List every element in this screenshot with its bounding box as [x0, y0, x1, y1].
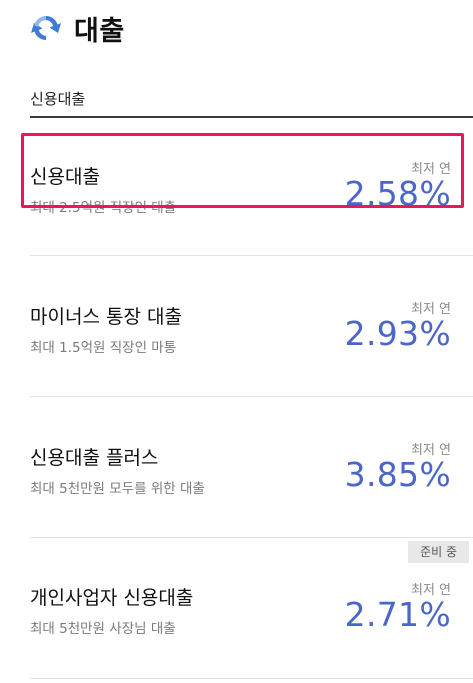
loan-name: 신용대출 플러스: [30, 447, 159, 469]
loan-item-credit-plus[interactable]: 신용대출 플러스 최대 5천만원 모두를 위한 대출 최저 연 3.85%: [30, 397, 473, 538]
loan-rate: 3.85%: [344, 455, 451, 494]
loan-description: 최대 5천만원 모두를 위한 대출: [30, 481, 205, 497]
page-header: 대출: [30, 8, 125, 48]
tab-bar: 신용대출: [30, 86, 473, 118]
tab-credit-loan[interactable]: 신용대출: [30, 90, 85, 108]
loan-description: 최대 5천만원 사장님 대출: [30, 621, 176, 637]
loan-description: 최대 1.5억원 직장인 마통: [30, 340, 177, 356]
loan-item-credit[interactable]: 신용대출 최대 2.5억원 직장인 대출 최저 연 2.58%: [30, 116, 473, 256]
loan-description: 최대 2.5억원 직장인 대출: [30, 200, 177, 216]
loan-rate: 2.93%: [344, 314, 451, 353]
page-title: 대출: [74, 15, 125, 47]
loan-rate: 2.58%: [344, 174, 451, 213]
loan-item-business[interactable]: 개인사업자 신용대출 최대 5천만원 사장님 대출 최저 연 2.71%: [30, 538, 473, 679]
refresh-arrow-icon: [31, 15, 61, 41]
loan-name: 신용대출: [30, 166, 100, 188]
loan-name: 개인사업자 신용대출: [30, 587, 194, 609]
loan-item-overdraft[interactable]: 마이너스 통장 대출 최대 1.5억원 직장인 마통 최저 연 2.93%: [30, 256, 473, 397]
loan-name: 마이너스 통장 대출: [30, 306, 182, 328]
loan-rate: 2.71%: [344, 595, 451, 634]
loan-page: 대출 신용대출 신용대출 최대 2.5억원 직장인 대출 최저 연 2.58% …: [0, 0, 473, 683]
coming-soon-badge: 준비 중: [408, 541, 469, 563]
